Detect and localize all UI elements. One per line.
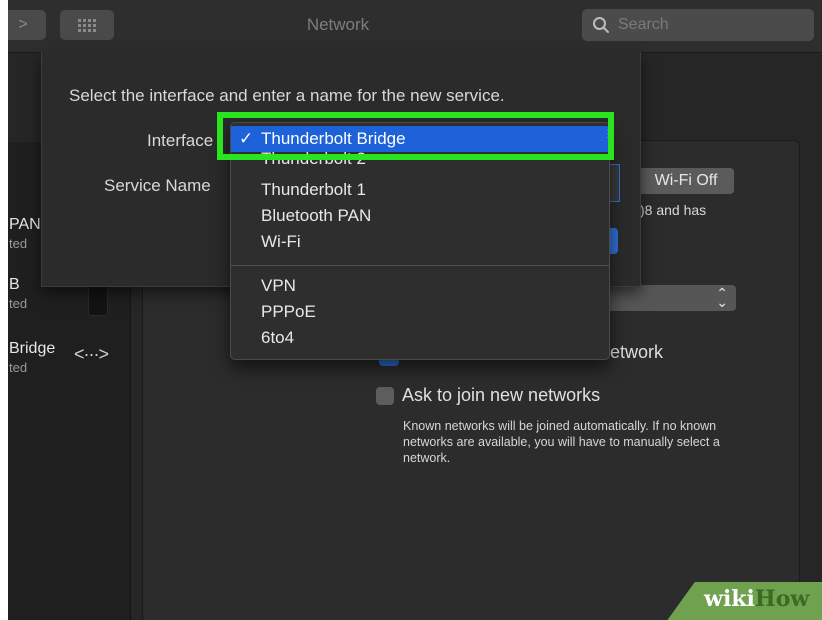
service-status: ted [9, 236, 28, 251]
menu-item-vpn[interactable]: VPN [231, 273, 609, 299]
watermark-text: wikiHow [704, 586, 809, 612]
search-icon [593, 17, 609, 33]
menu-item-thunderbolt-1[interactable]: Thunderbolt 1 [231, 177, 609, 203]
service-name: Bridge [9, 340, 56, 357]
interface-label: Interface [147, 131, 214, 150]
toolbar: > Network [8, 0, 822, 53]
ask-to-join-help: Known networks will be joined automatica… [403, 419, 720, 465]
watermark-wiki: wiki [704, 586, 755, 612]
ask-to-join-label: Ask to join new networks [402, 385, 601, 405]
ask-to-join-checkbox[interactable] [376, 386, 394, 405]
menu-item-label: 6to4 [261, 328, 295, 347]
menu-item-label: VPN [261, 276, 296, 295]
menu-item-bluetooth-pan[interactable]: Bluetooth PAN [231, 203, 609, 229]
menu-item-6to4[interactable]: 6to4 [231, 325, 609, 351]
highlight-box [217, 112, 614, 160]
search-field[interactable] [582, 9, 814, 41]
window-title: Network [306, 15, 370, 34]
show-all-button[interactable] [60, 10, 114, 40]
chevron-right-icon: > [18, 16, 28, 33]
bridge-icon: <···> [74, 344, 109, 364]
sheet-prompt: Select the interface and enter a name fo… [69, 86, 505, 105]
menu-item-pppoe[interactable]: PPPoE [231, 299, 609, 325]
status-text: )8 and has [640, 202, 707, 218]
service-status: ted [9, 296, 28, 311]
menu-item-label: PPPoE [261, 302, 316, 321]
menu-separator [231, 265, 609, 266]
service-name: B [9, 276, 20, 293]
menu-item-label: Bluetooth PAN [261, 206, 372, 225]
menu-item-label: Wi-Fi [261, 232, 301, 251]
screenshot-frame: > Network PAN ted [0, 0, 822, 620]
service-name: PAN [9, 216, 41, 233]
updown-chevron-icon: ⌃ ⌄ [716, 285, 728, 310]
search-input[interactable] [616, 15, 810, 35]
service-status: ted [9, 360, 28, 375]
network-name-popup[interactable]: ⌃ ⌄ [604, 285, 736, 311]
menu-item-wifi[interactable]: Wi-Fi [231, 229, 609, 255]
device-icon [88, 284, 108, 316]
menu-item-label: Thunderbolt 1 [261, 180, 366, 199]
watermark-how: How [754, 586, 810, 612]
grid-icon [78, 18, 96, 32]
turn-wifi-off-button[interactable]: Wi-Fi Off [638, 168, 734, 194]
service-item-thunderbolt-bridge[interactable]: Bridge ted <···> [8, 340, 130, 396]
ask-to-join-row[interactable]: Ask to join new networks [376, 385, 600, 406]
forward-button[interactable]: > [8, 10, 46, 40]
service-name-label: Service Name [104, 176, 211, 195]
network-preferences-window: > Network PAN ted [8, 0, 822, 620]
